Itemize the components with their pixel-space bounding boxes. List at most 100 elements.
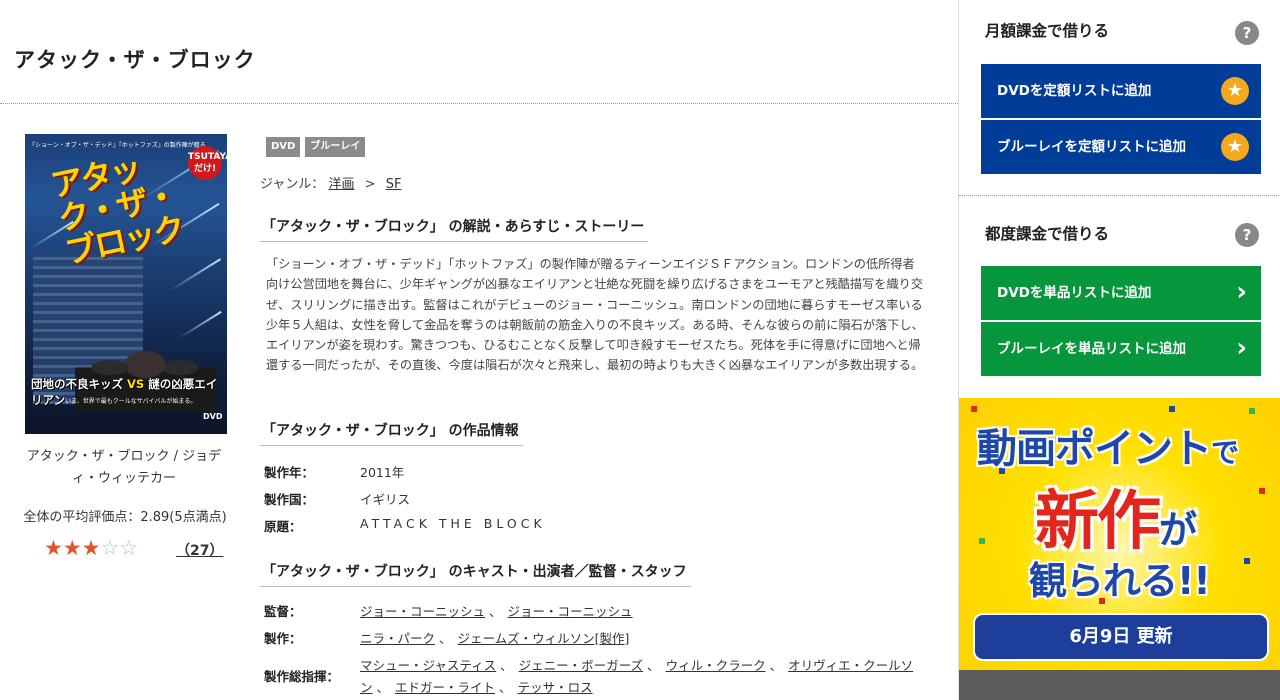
poster-catch-left: 団地の不良キッズ [31,377,123,391]
banner-line-2a: 新作 [1035,485,1161,559]
info-label: 製作国： [264,492,315,507]
add-bluray-single-button[interactable]: ブルーレイを単品リストに追加 › [981,322,1261,376]
banner-line-1b: で [1211,436,1239,469]
banner-line-2: 新作が [1035,470,1197,562]
button-label: DVDを定額リストに追加 [997,83,1152,99]
info-row-year: 製作年： 2011年 [264,462,404,481]
staff-row-executive-producer: 製作総指揮： マシュー・ジャスティス、ジェニー・ボーガーズ、ウィル・クラーク、オ… [264,655,920,699]
banner-line-2b: が [1159,508,1197,552]
meteor-streak [169,258,221,292]
add-dvd-single-button[interactable]: DVDを単品リストに追加 › [981,266,1261,320]
poster-caption: アタック・ザ・ブロック / ジョディ・ウィッテカー [26,449,222,486]
star-icon: ★ [1221,77,1249,105]
staff-links: ジョー・コーニッシュ、ジョー・コーニッシュ [360,601,920,623]
cast-heading: 「アタック・ザ・ブロック」 のキャスト・出演者／監督・スタッフ [260,561,691,587]
poster-catch-vs: VS [127,377,145,391]
rental-sidebar: 月額課金で借りる ? DVDを定額リストに追加 ★ ブルーレイを定額リストに追加… [958,0,1280,700]
star-filled-icon: ★ [62,536,82,560]
staff-link[interactable]: ジェニー・ボーガーズ [519,658,643,673]
star-filled-icon: ★ [81,536,101,560]
genre-separator: > [364,177,376,192]
single-heading: 都度課金で借りる [985,225,1110,243]
rating-average: 全体の平均評価点：2.89(5点満点) [23,510,227,525]
star-icon: ★ [1221,133,1249,161]
staff-label: 監督： [264,604,302,619]
poster-note: いま、世界で最もクールなサバイバルが始まる。 [65,398,197,405]
comma: 、 [489,604,502,619]
chevron-right-icon: › [1236,333,1247,363]
synopsis-heading: 「アタック・ザ・ブロック」 の解説・あらすじ・ストーリー [260,216,649,242]
genre-link-sf[interactable]: SF [386,177,402,192]
add-bluray-monthly-button[interactable]: ブルーレイを定額リストに追加 ★ [981,120,1261,174]
genre-label: ジャンル： [260,177,325,192]
poster-dvd-logo: DVD [203,412,223,421]
comma: 、 [439,631,452,646]
info-label: 製作年： [264,465,315,480]
title-divider [0,103,958,104]
genre-breadcrumb: ジャンル： 洋画 > SF [260,173,401,192]
tag-dvd: DVD [266,137,301,157]
star-empty-icon: ☆ [119,536,139,560]
info-value-original-title: ATTACK THE BLOCK [360,516,546,531]
staff-links: マシュー・ジャスティス、ジェニー・ボーガーズ、ウィル・クラーク、オリヴィエ・クー… [360,655,920,699]
monthly-heading: 月額課金で借りる [985,22,1110,40]
info-label: 原題： [264,519,302,534]
staff-link[interactable]: ジョー・コーニッシュ [508,604,633,619]
chevron-right-icon: › [1236,277,1247,307]
poster-title: アタック・ザ・ブロック [47,148,187,272]
banner-line-3: 観られる!! [1029,559,1211,603]
info-row-original-title: 原題： ATTACK THE BLOCK [264,516,546,535]
info-value-year: 2011年 [360,465,405,480]
staff-links: ニラ・パーク、ジェームズ・ウィルソン[製作] [360,628,920,650]
staff-link[interactable]: ウィル・クラーク [666,658,766,673]
tag-bluray: ブルーレイ [305,137,366,157]
comma: 、 [500,658,513,673]
confetti [1259,488,1265,494]
button-label: ブルーレイを定額リストに追加 [997,139,1186,155]
comma: 、 [647,658,660,673]
question-icon[interactable]: ? [1235,21,1259,45]
genre-link-western[interactable]: 洋画 [329,177,355,192]
sidebar-divider [959,195,1280,196]
staff-link[interactable]: エドガー・ライト [395,680,495,695]
sidebar-footer-bar [959,670,1280,700]
staff-label: 製作総指揮： [264,669,340,684]
confetti [1169,406,1175,412]
meteor-streak [178,310,222,340]
staff-link[interactable]: テッサ・ロス [518,680,593,695]
banner-line-1a: 動画ポイント [977,426,1212,472]
question-icon[interactable]: ? [1235,223,1259,247]
video-point-banner[interactable]: 動画ポイントで 新作が 観られる!! 6月9日 更新 [959,398,1280,670]
add-dvd-monthly-button[interactable]: DVDを定額リストに追加 ★ [981,64,1261,118]
comma: 、 [769,658,783,673]
banner-line-1: 動画ポイントで [977,416,1239,474]
confetti [971,406,977,412]
staff-link[interactable]: ジェームズ・ウィルソン[製作] [458,631,630,646]
rating-count[interactable]: （27） [176,540,223,560]
confetti [1249,408,1255,414]
staff-link[interactable]: ジョー・コーニッシュ [360,604,485,619]
star-empty-icon: ☆ [100,536,120,560]
info-row-country: 製作国： イギリス [264,489,410,508]
movie-poster[interactable]: 『ショーン・オブ・ザ・デッド』『ホットファズ』の製作陣が贈る アタック・ザ・ブロ… [25,134,227,434]
work-info-heading: 「アタック・ザ・ブロック」 の作品情報 [260,420,523,446]
synopsis-text: 「ショーン・オブ・ザ・デッド」「ホットファズ」の製作陣が贈るティーンエイジＳＦア… [266,257,924,373]
staff-row-director: 監督： ジョー・コーニッシュ、ジョー・コーニッシュ [264,601,920,623]
staff-row-producer: 製作： ニラ・パーク、ジェームズ・ウィルソン[製作] [264,628,920,650]
rating-count-link[interactable]: （27） [176,543,223,559]
button-label: DVDを単品リストに追加 [997,285,1152,301]
poster-badge: TSUTAYAだけ! [188,146,227,180]
page-title: アタック・ザ・ブロック [14,48,256,72]
comma: 、 [499,680,512,695]
comma: 、 [376,680,390,695]
info-value-country: イギリス [360,492,411,507]
staff-label: 製作： [264,631,302,646]
star-filled-icon: ★ [44,536,63,560]
rating-stars-icon: ★★★☆☆ [44,536,138,560]
main-content: アタック・ザ・ブロック 『ショーン・オブ・ザ・デッド』『ホットファズ』の製作陣が… [0,0,958,700]
banner-update-date: 6月9日 更新 [973,613,1269,661]
confetti [1244,558,1250,564]
staff-link[interactable]: ニラ・パーク [360,631,435,646]
media-tags: DVD ブルーレイ [266,137,366,157]
staff-link[interactable]: マシュー・ジャスティス [360,658,496,673]
